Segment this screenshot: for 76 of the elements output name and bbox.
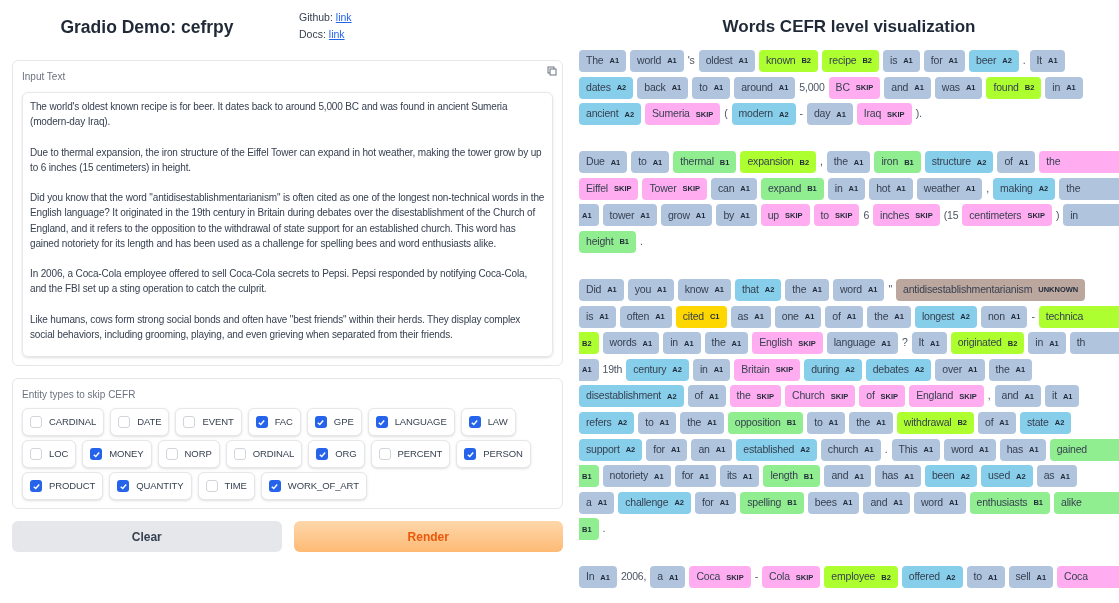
- punctuation: .: [602, 521, 606, 537]
- punctuation: 2006,: [620, 569, 647, 585]
- punctuation: (: [724, 106, 728, 122]
- checkbox[interactable]: [268, 480, 281, 492]
- checkbox-option[interactable]: PERCENT: [370, 440, 451, 468]
- checkbox[interactable]: [375, 416, 388, 428]
- checkbox-option[interactable]: DATE: [110, 408, 170, 436]
- checkbox[interactable]: [165, 448, 178, 460]
- checkbox-option[interactable]: WORK_OF_ART: [260, 472, 367, 500]
- word-token: alike: [1054, 491, 1119, 514]
- punctuation: (15: [943, 207, 959, 223]
- checkbox[interactable]: [117, 480, 130, 492]
- clear-button[interactable]: Clear: [12, 521, 282, 552]
- punctuation: ?: [901, 335, 908, 351]
- checkbox[interactable]: [464, 448, 477, 460]
- punctuation: ,: [987, 388, 991, 404]
- punctuation: ": [888, 282, 892, 298]
- field-label: Entity types to skip CEFR: [22, 388, 137, 402]
- link[interactable]: link: [328, 27, 345, 42]
- punctuation: ).: [915, 106, 922, 122]
- checkbox-option[interactable]: LOC: [22, 440, 77, 468]
- word-token: the: [1039, 151, 1119, 174]
- checkbox[interactable]: [30, 480, 42, 492]
- checkbox[interactable]: [205, 480, 218, 492]
- word-token: gained: [1049, 438, 1119, 461]
- word-token: th: [1069, 332, 1119, 355]
- checkbox-option[interactable]: PRODUCT: [22, 472, 104, 500]
- punctuation: ,: [820, 154, 823, 170]
- checkbox-option[interactable]: EVENT: [175, 408, 242, 436]
- punctuation: .: [1022, 53, 1026, 69]
- checkbox-option[interactable]: LANGUAGE: [367, 408, 455, 436]
- word-token: the: [1059, 177, 1119, 200]
- page-title: Gradio Demo: cefrpy: [60, 16, 234, 39]
- punctuation: .: [884, 441, 888, 457]
- word-token: technica: [1038, 305, 1119, 328]
- punctuation: 5,000: [799, 79, 825, 95]
- checkbox-option[interactable]: MONEY: [82, 440, 152, 468]
- field-label: Input Text: [22, 70, 67, 84]
- punctuation: 6: [863, 207, 870, 223]
- punctuation: -: [754, 569, 758, 585]
- word-token: Coca: [1057, 566, 1119, 589]
- checkbox-option[interactable]: TIME: [197, 472, 255, 500]
- checkbox-option[interactable]: GPE: [306, 408, 362, 436]
- checkbox[interactable]: [90, 448, 103, 460]
- punctuation: 19th: [602, 361, 623, 377]
- word-token: in: [1063, 204, 1119, 227]
- checkbox-option[interactable]: NORP: [157, 440, 220, 468]
- section-title: Words CEFR level visualization: [722, 16, 976, 38]
- checkbox-option[interactable]: LAW: [460, 408, 516, 436]
- checkbox[interactable]: [30, 416, 42, 428]
- checkbox[interactable]: [255, 416, 268, 428]
- checkbox[interactable]: [314, 416, 327, 428]
- checkbox-option[interactable]: FAC: [247, 408, 301, 436]
- copy-icon[interactable]: [547, 66, 557, 76]
- punctuation: -: [799, 106, 803, 122]
- checkbox-option[interactable]: QUANTITY: [109, 472, 192, 500]
- checkbox[interactable]: [468, 416, 481, 428]
- punctuation: -: [1031, 308, 1035, 324]
- checkbox-option[interactable]: PERSON: [456, 440, 531, 468]
- punctuation: ,: [986, 180, 990, 196]
- link-label: Docs:: [299, 27, 326, 42]
- checkbox[interactable]: [233, 448, 246, 460]
- checkbox[interactable]: [378, 448, 391, 460]
- checkbox[interactable]: [30, 448, 42, 460]
- checkbox-option[interactable]: ORDINAL: [225, 440, 303, 468]
- checkbox-option[interactable]: CARDINAL: [22, 408, 105, 436]
- link[interactable]: link: [335, 10, 352, 25]
- checkbox-option[interactable]: ORG: [308, 440, 365, 468]
- checkbox[interactable]: [183, 416, 196, 428]
- punctuation: .: [640, 234, 643, 250]
- checkbox[interactable]: [316, 448, 329, 460]
- punctuation: 's: [687, 53, 695, 69]
- checkbox[interactable]: [118, 416, 131, 428]
- punctuation: ): [1055, 207, 1060, 223]
- input-field[interactable]: The world's oldest known recipe is for beer. It dates back to around 5,000 BC and was found in ancient Sumeria (modern-day Iraq). Due to thermal expansion, the iron structure of the Eiffel Tower can expand in hot weather, making the tower grow by up to 6 inches (15 centimeters) in height. Did you know that the word "antidisestablishmentarianism" is often cited as one of the longest non-technical words in the English language? It originated in the 19th century in Britain during debates over the disestablishment of the Church of England, and it refers to the opposition to the withdrawal of state support for an established church. This word has gained notoriety for its length and has been used as a challenge for spelling bees and word enthusiasts alike. In 2006, a Coca-Cola employee offered to sell Coca-Cola secrets to Pepsi. Pepsi responded by notifying Coca-Cola, and the FBI set up a sting operation to catch the culprit. Like humans, cows form strong social bonds and often have "best friends" within their herds. They display complex social behaviors, including grooming, playing, and even grieving when separated from their friends.: [22, 92, 553, 357]
- link-label: Github:: [299, 10, 333, 25]
